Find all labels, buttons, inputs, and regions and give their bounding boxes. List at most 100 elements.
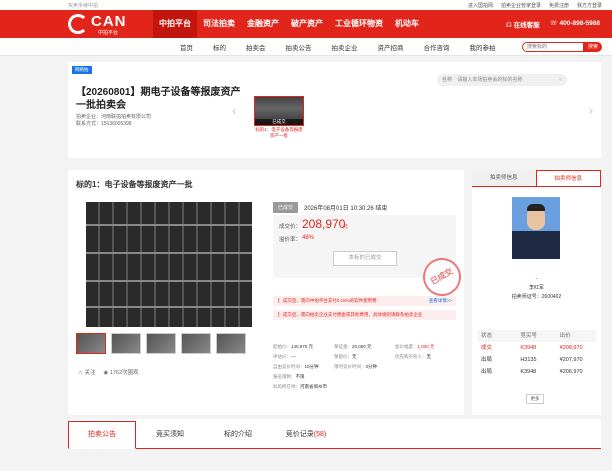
premium-label: 溢价率： bbox=[279, 237, 302, 243]
subnav-investment[interactable]: 资产招商 bbox=[378, 42, 404, 52]
alert-icon: ❗ bbox=[276, 312, 282, 317]
auctioneer-info: - 李红军 拍卖师证号：2600402 bbox=[472, 275, 601, 302]
auctioneer-dash: - bbox=[535, 276, 538, 282]
tab-bid-records[interactable]: 竞价记录(58) bbox=[272, 422, 340, 448]
info-row: 评估价：— 保留价：无 优先购买权人：无 bbox=[273, 352, 456, 362]
main-header: CAN 中拍平台 中拍平台 司法拍卖 金融资产 破产资产 工业循环物资 机动车 … bbox=[0, 10, 612, 38]
shelf-line bbox=[86, 252, 252, 254]
fee-notice: ❗ 成交后，需向中拍平台支付0.15%的软件使用费 查看详情>> bbox=[273, 296, 456, 306]
subnav-enterprises[interactable]: 拍卖企业 bbox=[332, 42, 358, 52]
fee-detail-link[interactable]: 查看详情>> bbox=[429, 296, 452, 306]
lot-info-grid: 起拍价：140,970 元 保证金：20,000 元 加价幅度：1,000 元 … bbox=[273, 342, 456, 392]
thumbnail-5[interactable] bbox=[216, 333, 246, 354]
next-arrow-icon[interactable]: › bbox=[588, 102, 593, 118]
bid-price: ¥207,970 bbox=[559, 357, 583, 363]
bid-price: ¥206,970 bbox=[559, 369, 583, 375]
free-bid-time: 自由竞价时间：10分钟 bbox=[273, 364, 319, 369]
subnav-auctions[interactable]: 拍卖会 bbox=[246, 42, 266, 52]
subnav-home[interactable]: 首页 bbox=[180, 42, 193, 52]
session-meta: 拍卖企业：河南联拍拍卖有限公司 联系方式：15036005398 bbox=[76, 114, 151, 128]
premium-rate: 48% bbox=[302, 235, 315, 241]
auctioneer-photo bbox=[512, 197, 560, 259]
timed-bid-time: 限时竞价时间：3分钟 bbox=[334, 364, 378, 369]
lot-main-image[interactable] bbox=[86, 202, 252, 327]
nav-bankruptcy[interactable]: 破产资产 bbox=[285, 10, 329, 38]
lot-end-time: 2026年08月01日 10:30:26 结束 bbox=[304, 206, 388, 212]
tab-auctioneer-info-2[interactable]: 拍卖师信息 bbox=[535, 170, 601, 186]
sub-nav: 首页 标的 拍卖会 拍卖公告 拍卖企业 资产招商 合作咨询 我的参拍 搜索 bbox=[0, 38, 612, 56]
follow-button[interactable]: ☆ 关注 bbox=[78, 368, 95, 376]
can-logo[interactable]: CAN 中拍平台 bbox=[68, 10, 133, 38]
more-bids-button[interactable]: 更多 bbox=[526, 394, 544, 404]
nav-judicial[interactable]: 司法拍卖 bbox=[197, 10, 241, 38]
thumbnail-4[interactable] bbox=[181, 333, 211, 354]
top-link-register[interactable]: 免费注册 bbox=[549, 2, 569, 9]
auctioneer-panel: 拍卖师信息 拍卖师信息 - 李红军 拍卖师证号：2600402 状态 竞买号 出… bbox=[472, 170, 601, 415]
tab-bid-notice[interactable]: 竞买须知 bbox=[136, 422, 204, 448]
thumbnail-3[interactable] bbox=[146, 333, 176, 354]
lot-title: 标的1：电子设备等报废资产一批 bbox=[76, 180, 193, 189]
prev-arrow-icon[interactable]: ‹ bbox=[232, 102, 237, 118]
side-tabs: 拍卖师信息 拍卖师信息 bbox=[472, 170, 601, 187]
session-lot-thumb[interactable]: 已成交 标的1：电子设备等报废资产一批 bbox=[254, 96, 304, 139]
top-links: 进入国拍网 拍卖企业管家登录 免费注册 我方方登录 bbox=[468, 2, 602, 9]
thumbnail-2[interactable] bbox=[111, 333, 141, 354]
subnav-my-bids[interactable]: 我的参拍 bbox=[470, 42, 496, 52]
lot-follow-row: ☆ 关注 ◉ 1762次围观 bbox=[78, 368, 139, 376]
phone-icon: ☏ bbox=[549, 20, 560, 27]
online-auction-tag: 网络拍 bbox=[72, 66, 92, 74]
header-status: 状态 bbox=[481, 333, 493, 339]
bid-record-count: (58) bbox=[313, 431, 327, 438]
nav-vehicle[interactable]: 机动车 bbox=[389, 10, 425, 38]
subnav-lots[interactable]: 标的 bbox=[213, 42, 226, 52]
main-nav: 中拍平台 司法拍卖 金融资产 破产资产 工业循环物资 机动车 bbox=[153, 10, 425, 38]
nav-industrial[interactable]: 工业循环物资 bbox=[329, 10, 389, 38]
info-row: 报名限制：不限 bbox=[273, 372, 456, 382]
session-company: 拍卖企业：河南联拍拍卖有限公司 bbox=[76, 114, 152, 120]
lot-search-placeholder: 请输入本场拍卖会的标的名称 bbox=[457, 77, 523, 83]
slogan: 买卖手续中拍 bbox=[68, 2, 99, 9]
auctioneer-cert: 拍卖师证号：2600402 bbox=[511, 294, 562, 300]
alert-icon: ❗ bbox=[276, 298, 282, 303]
search-input[interactable] bbox=[522, 41, 584, 52]
header-bidder-no: 竞买号 bbox=[520, 333, 537, 339]
top-link-login[interactable]: 我方方登录 bbox=[577, 2, 602, 9]
search-button[interactable]: 搜索 bbox=[584, 41, 602, 52]
subnav-consult[interactable]: 合作咨询 bbox=[424, 42, 450, 52]
bid-row: 成交 K3948 ¥208,970 bbox=[478, 342, 596, 354]
lot-thumb-image: 已成交 bbox=[254, 96, 304, 126]
tab-announcement[interactable]: 拍卖公告 bbox=[68, 421, 136, 449]
subnav-announcements[interactable]: 拍卖公告 bbox=[286, 42, 312, 52]
lot-detail-panel: 标的1：电子设备等报废资产一批 ☆ 关注 ◉ 1762次围观 已成交 2026年… bbox=[68, 170, 468, 415]
header-search: 搜索 bbox=[522, 41, 602, 52]
start-price: 起拍价：140,970 元 bbox=[273, 344, 314, 349]
lot-search-box[interactable]: 名称 请输入本场拍卖会的标的名称 ○ bbox=[437, 74, 567, 86]
hair-shape bbox=[527, 204, 545, 211]
top-link-guopai[interactable]: 进入国拍网 bbox=[468, 2, 493, 9]
hotline: ☊ 在线客服 ☏ 400-898-5988 bbox=[506, 19, 600, 29]
nav-zhongpai[interactable]: 中拍平台 bbox=[153, 10, 197, 38]
search-icon[interactable]: ○ bbox=[559, 74, 562, 86]
deal-price: 208,970 bbox=[302, 217, 346, 231]
priority-buyer: 优先购买权人：无 bbox=[395, 354, 431, 359]
online-service-link[interactable]: ☊ 在线客服 bbox=[506, 19, 540, 29]
bid-number: H3135 bbox=[520, 357, 537, 363]
tab-lot-intro[interactable]: 标的介绍 bbox=[204, 422, 272, 448]
bid-price: ¥208,970 bbox=[559, 345, 583, 351]
headset-icon: ☊ bbox=[505, 22, 514, 29]
lot-thumbnails bbox=[76, 333, 246, 354]
view-count: ◉ 1762次围观 bbox=[103, 370, 139, 376]
reserve-price: 保留价：无 bbox=[334, 354, 357, 359]
top-link-enterprise-login[interactable]: 拍卖企业管家登录 bbox=[501, 2, 541, 9]
thumbnail-1[interactable] bbox=[76, 333, 106, 354]
bid-row: 出局 K3948 ¥206,970 bbox=[478, 366, 596, 378]
bid-table-header: 状态 竞买号 出价 bbox=[478, 330, 596, 342]
shelf-line bbox=[86, 224, 252, 226]
tab-auctioneer-info-1[interactable]: 拍卖师信息 bbox=[472, 170, 536, 186]
session-contact: 联系方式：15036005398 bbox=[76, 121, 132, 127]
bid-number: K3948 bbox=[520, 345, 537, 351]
nav-financial[interactable]: 金融资产 bbox=[241, 10, 285, 38]
price-unit: 元 bbox=[343, 224, 349, 230]
lot-status-badge: 已成交 bbox=[273, 202, 299, 213]
bid-number: K3948 bbox=[520, 369, 537, 375]
